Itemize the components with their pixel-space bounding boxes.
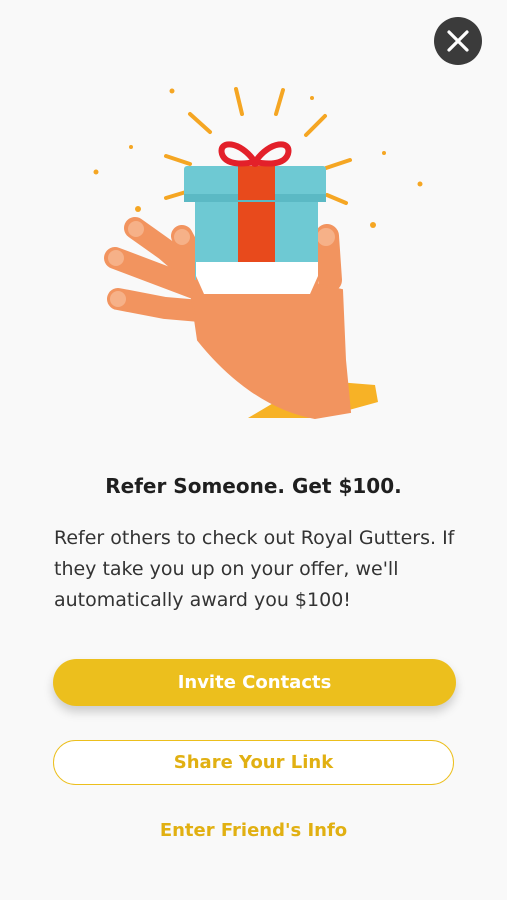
share-link-button[interactable]: Share Your Link	[53, 740, 454, 785]
page-title: Refer Someone. Get $100.	[105, 474, 402, 498]
invite-contacts-button[interactable]: Invite Contacts	[53, 659, 456, 706]
hand-gift-icon	[93, 87, 423, 420]
enter-friend-info-link[interactable]: Enter Friend's Info	[0, 820, 507, 841]
close-button[interactable]	[434, 17, 482, 65]
description-text: Refer others to check out Royal Gutters.…	[54, 527, 455, 611]
close-icon	[447, 30, 469, 52]
